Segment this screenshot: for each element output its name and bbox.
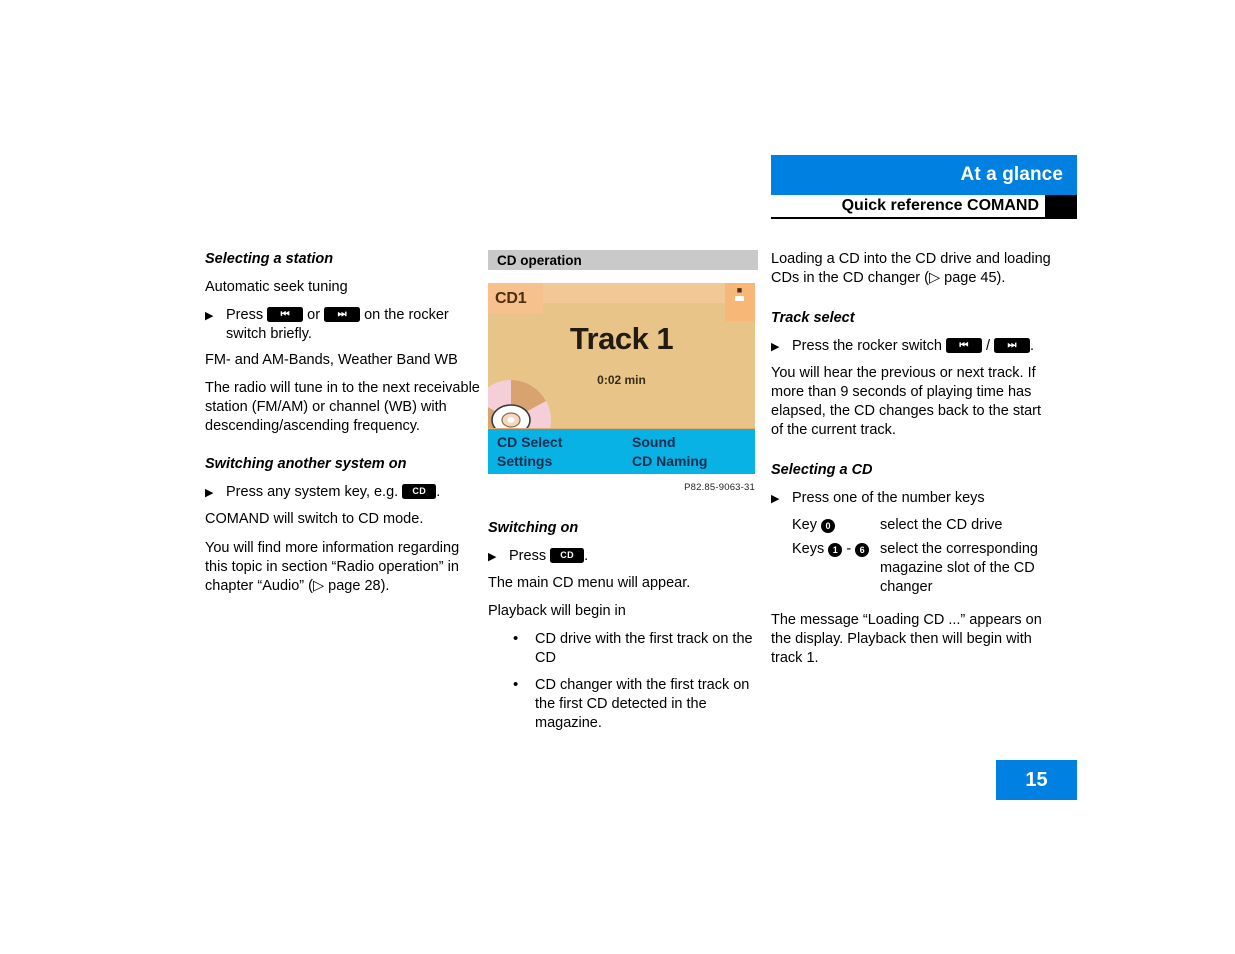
step-arrow-icon: ▶ xyxy=(771,493,780,505)
table-row: Keys 1 - 6 select the corresponding maga… xyxy=(792,540,1051,597)
header-blue-bar: At a glance xyxy=(771,155,1077,195)
press-label: Press xyxy=(226,307,264,323)
step-arrow-icon: ▶ xyxy=(205,487,214,499)
key-previous-track[interactable]: ⏮ xyxy=(945,338,982,353)
text-comand-switch-result: COMAND will switch to CD mode. xyxy=(205,511,424,527)
text-loading-cd-intro: Loading a CD into the CD drive and loadi… xyxy=(771,251,1051,286)
period: . xyxy=(584,548,589,564)
step-arrow-icon: ▶ xyxy=(205,310,214,322)
text-track-select-result: You will hear the previous or next track… xyxy=(771,365,1042,438)
section-bar-cd-operation: CD operation xyxy=(488,250,758,270)
heading-selecting-a-cd: Selecting a CD xyxy=(771,462,873,478)
key-row-label: Keys xyxy=(792,541,825,557)
screen-track-title: Track 1 xyxy=(569,321,674,356)
press-system-key-label: Press any system key, e.g. xyxy=(226,484,399,500)
step-press-system-key: ▶ Press any system key, e.g. CD. xyxy=(205,483,481,503)
screen-menu-sound[interactable]: Sound xyxy=(632,433,676,452)
key-cd[interactable]: CD xyxy=(550,548,585,563)
text-main-cd-menu: The main CD menu will appear. xyxy=(488,575,691,591)
right-column: Loading a CD into the CD drive and loadi… xyxy=(771,250,1051,677)
text-playback-begin: Playback will begin in xyxy=(488,603,626,619)
or-label: or xyxy=(307,307,321,323)
number-key-1[interactable]: 1 xyxy=(828,543,843,557)
header-subtitle-row: Quick reference COMAND xyxy=(771,195,1077,217)
step-press-rocker-switch: ▶ Press the rocker switch ⏮ / ⏭. xyxy=(771,337,1051,357)
comand-screen-illustration: CD1 ■ Track 1 0:02 min Scan CD Select Se… xyxy=(488,283,755,474)
text-loading-cd-message: The message “Loading CD ...” appears on … xyxy=(771,612,1042,666)
number-key-6[interactable]: 6 xyxy=(855,543,870,557)
page-subtitle: Quick reference COMAND xyxy=(841,197,1039,214)
screen-menu-settings[interactable]: Settings xyxy=(497,452,552,471)
page-header: At a glance Quick reference COMAND xyxy=(771,155,1077,219)
heading-selecting-a-station: Selecting a station xyxy=(205,251,334,267)
key-cell: Keys 1 - 6 xyxy=(792,540,880,597)
key-cell: Key 0 xyxy=(792,516,880,535)
period: . xyxy=(436,484,441,500)
page-number-badge: 15 xyxy=(996,760,1077,800)
battery-indicator-icon: ■ xyxy=(735,286,744,301)
step-text: Press ⏮ or ⏭ on the rocker switch briefl… xyxy=(226,306,481,344)
key-separator: / xyxy=(985,338,990,354)
step-press-cd-key: ▶ Press CD. xyxy=(488,547,758,567)
screen-menu-cd-naming[interactable]: CD Naming xyxy=(632,452,707,471)
list-item: CD drive with the first track on the CD xyxy=(509,629,758,668)
list-item: CD changer with the first track on the f… xyxy=(509,675,758,733)
section-bar-label: CD operation xyxy=(497,252,582,268)
text-bands-note: FM- and AM-Bands, Weather Band WB xyxy=(205,352,458,368)
screen-menu-cd-select[interactable]: CD Select xyxy=(497,433,562,452)
step-press-rocker-switch: ▶ Press ⏮ or ⏭ on the rocker switch brie… xyxy=(205,306,481,344)
step-arrow-icon: ▶ xyxy=(771,341,780,353)
step-text: Press one of the number keys xyxy=(792,490,985,506)
key-previous-track[interactable]: ⏮ xyxy=(267,307,304,322)
screen-cd-source-label: CD1 xyxy=(488,283,543,313)
text-automatic-seek-tuning: Automatic seek tuning xyxy=(205,279,348,295)
text-more-information: You will find more information regarding… xyxy=(205,540,460,594)
table-row: Key 0 select the CD drive xyxy=(792,516,1051,535)
step-text: Press any system key, e.g. CD. xyxy=(226,483,481,503)
step-text: Press CD. xyxy=(509,547,758,567)
left-column: Selecting a station Automatic seek tunin… xyxy=(205,250,481,605)
figure-caption: P82.85-9063-31 xyxy=(684,482,755,493)
press-rocker-label: Press the rocker switch xyxy=(792,338,942,354)
number-key-table: Key 0 select the CD drive Keys 1 - 6 sel… xyxy=(792,516,1051,597)
step-press-number-key: ▶ Press one of the number keys xyxy=(771,489,1051,509)
number-key-0[interactable]: 0 xyxy=(821,519,836,533)
list-playback-sources: CD drive with the first track on the CD … xyxy=(488,629,758,733)
press-label: Press xyxy=(509,548,547,564)
key-row-label: Key xyxy=(792,517,817,533)
header-rule xyxy=(771,217,1077,219)
chapter-tab-marker xyxy=(1045,195,1077,217)
step-text: Press the rocker switch ⏮ / ⏭. xyxy=(792,337,1051,357)
step-arrow-icon: ▶ xyxy=(488,551,497,563)
middle-column: CD operation CD1 ■ Track 1 0:02 min Scan… xyxy=(488,250,758,742)
heading-track-select: Track select xyxy=(771,310,855,326)
heading-switching-another-system-on: Switching another system on xyxy=(205,456,407,472)
screen-menu-bar: CD Select Settings Sound CD Naming xyxy=(488,429,755,474)
key-next-track[interactable]: ⏭ xyxy=(994,338,1031,353)
range-separator: - xyxy=(846,541,852,557)
key-cd[interactable]: CD xyxy=(402,484,437,499)
page-title: At a glance xyxy=(960,164,1063,185)
period: . xyxy=(1030,338,1035,354)
heading-switching-on: Switching on xyxy=(488,520,579,536)
key-description: select the corresponding magazine slot o… xyxy=(880,541,1038,595)
key-description: select the CD drive xyxy=(880,517,1003,533)
key-next-track[interactable]: ⏭ xyxy=(324,307,361,322)
text-tune-note: The radio will tune in to the next recei… xyxy=(205,380,480,434)
